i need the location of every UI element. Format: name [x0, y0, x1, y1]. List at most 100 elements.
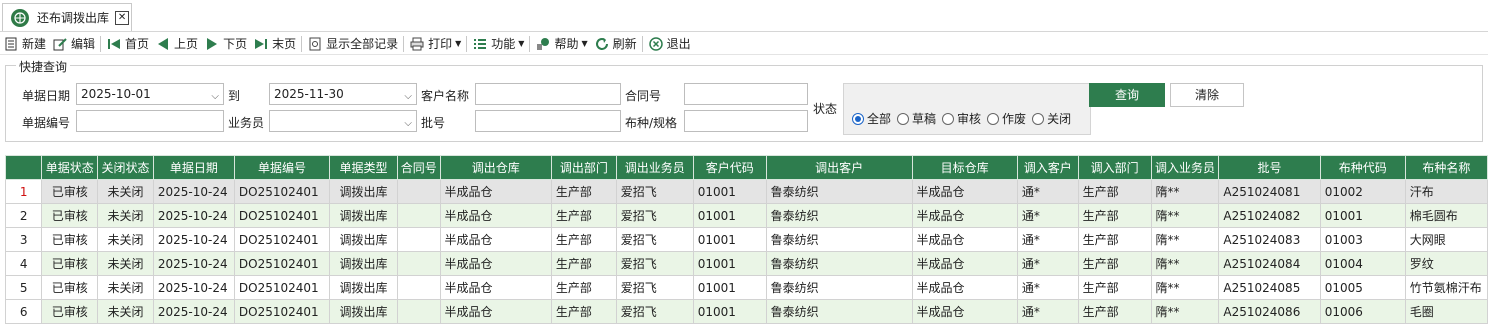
table-cell[interactable]: DO25102401 [233, 227, 331, 252]
table-cell[interactable]: DO25102401 [233, 203, 331, 228]
table-cell[interactable]: 生产部 [550, 203, 617, 228]
table-cell[interactable]: 通* [1016, 227, 1079, 252]
query-button[interactable]: 查询 [1089, 83, 1165, 107]
column-header[interactable]: 单据状态 [41, 155, 99, 180]
table-cell[interactable]: 01005 [1319, 275, 1406, 300]
table-cell[interactable]: 隋** [1150, 227, 1220, 252]
table-cell[interactable]: 棉毛圆布 [1404, 203, 1488, 228]
status-radio-all[interactable]: 全部 [852, 110, 891, 127]
table-cell[interactable] [396, 299, 441, 324]
row-number-cell[interactable]: 3 [4, 227, 43, 252]
table-cell[interactable]: 调拨出库 [329, 275, 398, 300]
table-cell[interactable]: 未关闭 [97, 203, 154, 228]
table-cell[interactable]: 生产部 [1077, 203, 1152, 228]
edit-button[interactable]: 编辑 [49, 34, 98, 54]
last-page-button[interactable]: 末页 [250, 34, 299, 54]
table-cell[interactable]: A251024084 [1218, 251, 1321, 276]
staff-select[interactable]: ⌵ [269, 110, 417, 132]
table-cell[interactable] [396, 203, 441, 228]
fabric-input[interactable] [684, 110, 808, 132]
table-cell[interactable]: 调拨出库 [329, 227, 398, 252]
status-radio-draft[interactable]: 草稿 [897, 110, 936, 127]
tab-still-cloth-transfer-out[interactable]: 还布调拨出库 ✕ [2, 3, 132, 31]
table-cell[interactable]: 已审核 [41, 251, 99, 276]
table-cell[interactable]: 2025-10-24 [152, 251, 235, 276]
table-cell[interactable]: DO25102401 [233, 179, 331, 204]
function-menu-button[interactable]: 功能 ▼ [469, 34, 527, 54]
column-header[interactable]: 客户代码 [692, 155, 767, 180]
table-cell[interactable]: 未关闭 [97, 227, 154, 252]
table-cell[interactable]: 半成品仓 [439, 227, 552, 252]
table-cell[interactable]: 01001 [692, 251, 767, 276]
table-cell[interactable]: 隋** [1150, 203, 1220, 228]
row-number-cell[interactable]: 4 [4, 251, 43, 276]
column-header[interactable]: 布种代码 [1319, 155, 1406, 180]
table-cell[interactable]: 通* [1016, 299, 1079, 324]
table-cell[interactable]: 生产部 [1077, 275, 1152, 300]
table-cell[interactable]: 爱招飞 [615, 179, 694, 204]
table-cell[interactable]: DO25102401 [233, 299, 331, 324]
table-cell[interactable]: 半成品仓 [439, 203, 552, 228]
docno-input[interactable] [76, 110, 224, 132]
table-cell[interactable]: 爱招飞 [615, 299, 694, 324]
table-cell[interactable]: 01001 [692, 275, 767, 300]
next-page-button[interactable]: 下页 [201, 34, 250, 54]
table-cell[interactable]: 半成品仓 [439, 275, 552, 300]
table-cell[interactable]: 生产部 [1077, 227, 1152, 252]
table-cell[interactable]: 隋** [1150, 179, 1220, 204]
table-cell[interactable]: 01002 [1319, 179, 1406, 204]
table-cell[interactable]: 竹节氨棉汗布 [1404, 275, 1488, 300]
status-radio-void[interactable]: 作废 [987, 110, 1026, 127]
batch-input[interactable] [475, 110, 621, 132]
table-row[interactable]: 5 已审核 未关闭 2025-10-24 DO25102401 调拨出库 半成品仓 生产部 爱招… [4, 275, 1488, 300]
table-cell[interactable]: 生产部 [1077, 299, 1152, 324]
table-cell[interactable]: 调拨出库 [329, 251, 398, 276]
customer-input[interactable] [475, 83, 621, 105]
table-cell[interactable]: A251024086 [1218, 299, 1321, 324]
row-number-cell[interactable]: 1 [4, 179, 43, 204]
column-header[interactable]: 关闭状态 [97, 155, 154, 180]
column-header[interactable]: 调入业务员 [1150, 155, 1220, 180]
table-cell[interactable]: 半成品仓 [911, 251, 1018, 276]
exit-button[interactable]: 退出 [645, 34, 694, 54]
table-cell[interactable]: 未关闭 [97, 275, 154, 300]
table-cell[interactable]: 罗纹 [1404, 251, 1488, 276]
table-cell[interactable]: 未关闭 [97, 251, 154, 276]
table-cell[interactable]: 01001 [1319, 203, 1406, 228]
row-number-cell[interactable]: 2 [4, 203, 43, 228]
table-cell[interactable] [396, 227, 441, 252]
table-cell[interactable]: 已审核 [41, 179, 99, 204]
column-header[interactable]: 单据编号 [233, 155, 331, 180]
print-button[interactable]: 打印 ▼ [406, 34, 464, 54]
table-cell[interactable]: 半成品仓 [439, 251, 552, 276]
table-cell[interactable]: 隋** [1150, 275, 1220, 300]
table-cell[interactable]: 01001 [692, 227, 767, 252]
table-cell[interactable]: 2025-10-24 [152, 179, 235, 204]
column-header[interactable]: 批号 [1218, 155, 1321, 180]
table-cell[interactable]: 生产部 [550, 179, 617, 204]
column-header[interactable]: 调出仓库 [439, 155, 552, 180]
table-cell[interactable]: 生产部 [550, 251, 617, 276]
table-cell[interactable]: 隋** [1150, 251, 1220, 276]
table-cell[interactable]: 已审核 [41, 227, 99, 252]
row-number-cell[interactable]: 6 [4, 299, 43, 324]
table-cell[interactable]: 半成品仓 [911, 179, 1018, 204]
column-header[interactable]: 布种名称 [1404, 155, 1488, 180]
new-button[interactable]: 新建 [0, 34, 49, 54]
show-all-records-button[interactable]: 显示全部记录 [304, 34, 401, 54]
status-radio-approved[interactable]: 审核 [942, 110, 981, 127]
table-cell[interactable]: 爱招飞 [615, 227, 694, 252]
table-row[interactable]: 4 已审核 未关闭 2025-10-24 DO25102401 调拨出库 半成品仓 生产部 爱招… [4, 251, 1488, 276]
table-row[interactable]: 1 已审核 未关闭 2025-10-24 DO25102401 调拨出库 半成品仓 生产部 爱招… [4, 179, 1488, 204]
table-cell[interactable]: 爱招飞 [615, 275, 694, 300]
table-cell[interactable] [396, 275, 441, 300]
table-cell[interactable]: 大网眼 [1404, 227, 1488, 252]
table-cell[interactable]: 已审核 [41, 203, 99, 228]
table-cell[interactable]: 隋** [1150, 299, 1220, 324]
table-cell[interactable] [396, 251, 441, 276]
contract-input[interactable] [684, 83, 808, 105]
help-button[interactable]: 帮助 ▼ [532, 34, 590, 54]
table-cell[interactable]: A251024083 [1218, 227, 1321, 252]
table-cell[interactable]: 通* [1016, 275, 1079, 300]
column-header[interactable]: 调出部门 [550, 155, 617, 180]
